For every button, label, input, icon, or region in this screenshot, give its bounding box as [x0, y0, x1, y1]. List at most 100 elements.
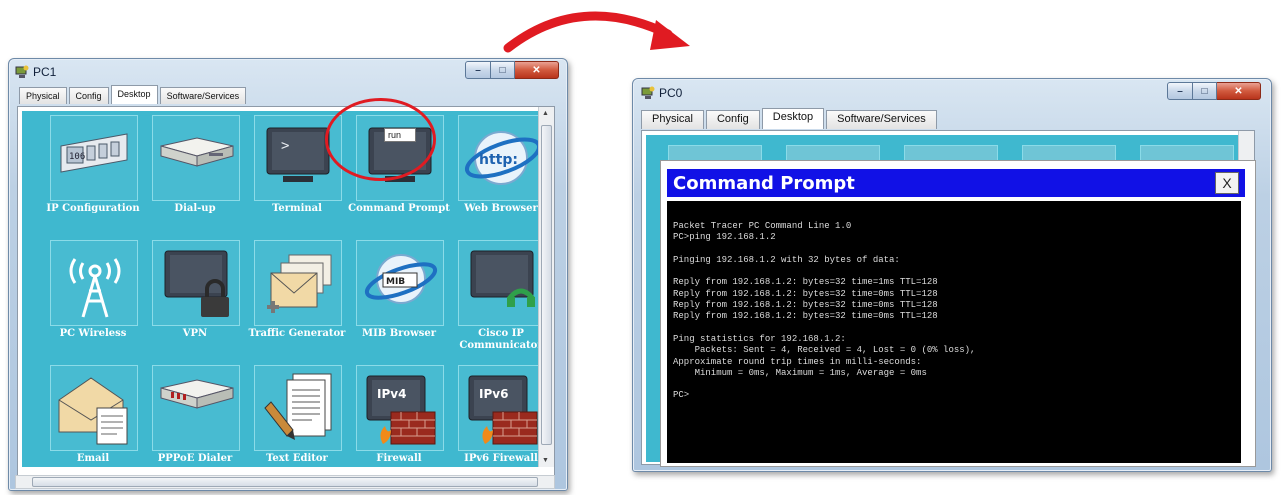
- terminal-output[interactable]: Packet Tracer PC Command Line 1.0 PC>ping…: [667, 201, 1241, 463]
- mib-browser-icon[interactable]: MIB: [356, 240, 444, 326]
- close-button[interactable]: ✕: [515, 61, 559, 79]
- pc1-desktop-panel: 106 IP Configuration Dial-up > Terminal …: [17, 106, 555, 476]
- terminal-line: Approximate round trip times in milli-se…: [673, 356, 922, 367]
- pc1-window: PC1 – □ ✕ Physical Config Desktop Softwa…: [8, 58, 568, 491]
- app-label: Email: [76, 453, 110, 464]
- terminal-line: Reply from 192.168.1.2: bytes=32 time=0m…: [673, 288, 938, 299]
- tab-software-services[interactable]: Software/Services: [826, 110, 937, 129]
- scroll-thumb[interactable]: [32, 477, 538, 487]
- minimize-button[interactable]: –: [1167, 82, 1193, 100]
- app-label: Command Prompt: [348, 203, 450, 214]
- email-icon[interactable]: [50, 365, 138, 451]
- run-tooltip: run: [384, 128, 416, 142]
- app-traffic-generator[interactable]: Traffic Generator: [242, 238, 345, 363]
- pc-app-icon: [15, 65, 29, 79]
- tab-config[interactable]: Config: [68, 87, 109, 104]
- app-text-editor[interactable]: Text Editor: [242, 363, 344, 467]
- app-label: Terminal: [272, 203, 322, 214]
- firewall-ipv4-icon[interactable]: IPv4: [356, 365, 444, 451]
- terminal-line: Minimum = 0ms, Maximum = 1ms, Average = …: [673, 367, 927, 378]
- app-pppoe-dialer[interactable]: PPPoE Dialer: [140, 363, 242, 467]
- app-label: Firewall: [376, 453, 422, 464]
- pc1-vertical-scrollbar[interactable]: ▲ ▼: [538, 107, 554, 467]
- pc-app-icon: [641, 86, 655, 100]
- maximize-icon: □: [499, 64, 506, 76]
- ip-phone-monitor-icon[interactable]: [458, 240, 538, 326]
- app-email[interactable]: Email: [38, 363, 140, 467]
- app-label: PC Wireless: [59, 328, 127, 339]
- app-cisco-ip-communicator[interactable]: Cisco IP Communicator: [446, 238, 538, 363]
- close-icon: ✕: [532, 64, 541, 76]
- app-label: VPN: [182, 328, 208, 339]
- app-dial-up[interactable]: Dial-up: [140, 113, 242, 238]
- app-vpn[interactable]: VPN: [140, 238, 242, 363]
- app-ipv6-firewall[interactable]: IPv6 IPv6 Firewall: [446, 363, 538, 467]
- app-label: IPv6 Firewall: [464, 453, 538, 464]
- terminal-line: Pinging 192.168.1.2 with 32 bytes of dat…: [673, 254, 900, 265]
- tab-desktop[interactable]: Desktop: [761, 108, 825, 129]
- pc0-title: PC0: [659, 86, 683, 100]
- app-mib-browser[interactable]: MIB MIB Browser: [344, 238, 446, 363]
- envelopes-icon[interactable]: [254, 240, 342, 326]
- app-label: MIB Browser: [362, 328, 436, 339]
- ip-config-icon-text: 106: [69, 152, 85, 162]
- command-prompt-title: Command Prompt: [673, 172, 855, 194]
- app-label: Cisco IP Communicator: [459, 328, 538, 351]
- svg-text:>: >: [281, 138, 289, 154]
- ipv4-icon-text: IPv4: [377, 387, 406, 401]
- close-icon: ✕: [1234, 85, 1243, 97]
- tab-physical[interactable]: Physical: [19, 87, 67, 104]
- web-browser-icon[interactable]: http:: [458, 115, 538, 201]
- terminal-line: Reply from 192.168.1.2: bytes=32 time=1m…: [673, 277, 938, 288]
- app-label: Dial-up: [174, 203, 216, 214]
- app-web-browser[interactable]: http: Web Browser: [446, 113, 538, 238]
- app-label: Text Editor: [266, 453, 328, 464]
- pc1-horizontal-scrollbar[interactable]: [15, 475, 555, 489]
- terminal-line: PC>: [673, 390, 690, 401]
- pc0-tab-bar: Physical Config Desktop Software/Service…: [641, 108, 939, 129]
- vpn-lock-icon[interactable]: [152, 240, 240, 326]
- command-prompt-window: Command Prompt X Packet Tracer PC Comman…: [660, 160, 1256, 467]
- app-firewall[interactable]: IPv4 Firewall: [344, 363, 446, 467]
- scroll-up-icon[interactable]: ▲: [542, 110, 549, 117]
- wireless-antenna-icon[interactable]: [50, 240, 138, 326]
- pppoe-modem-icon[interactable]: [152, 365, 240, 451]
- mib-icon-text: MIB: [386, 277, 405, 287]
- scroll-down-icon[interactable]: ▼: [542, 457, 549, 464]
- command-prompt-titlebar[interactable]: Command Prompt: [667, 169, 1245, 197]
- pc0-window-controls: – □ ✕: [1167, 82, 1261, 100]
- app-label: IP Configuration: [46, 203, 140, 214]
- ipv6-icon-text: IPv6: [479, 387, 508, 401]
- maximize-button[interactable]: □: [491, 61, 515, 79]
- pc1-title: PC1: [33, 65, 57, 79]
- app-ip-configuration[interactable]: 106 IP Configuration: [38, 113, 140, 238]
- terminal-line: Reply from 192.168.1.2: bytes=32 time=0m…: [673, 311, 938, 322]
- maximize-button[interactable]: □: [1193, 82, 1217, 100]
- tab-software-services[interactable]: Software/Services: [159, 87, 247, 104]
- tab-config[interactable]: Config: [705, 110, 760, 129]
- text-editor-icon[interactable]: [254, 365, 342, 451]
- scroll-thumb[interactable]: [541, 125, 552, 445]
- ip-config-icon[interactable]: 106: [50, 115, 138, 201]
- minimize-icon: –: [1177, 85, 1183, 97]
- app-label: PPPoE Dialer: [157, 453, 233, 464]
- app-grid: 106 IP Configuration Dial-up > Terminal …: [38, 113, 538, 467]
- terminal-line: Reply from 192.168.1.2: bytes=32 time=0m…: [673, 300, 938, 311]
- firewall-ipv6-icon[interactable]: IPv6: [458, 365, 538, 451]
- tab-physical[interactable]: Physical: [641, 110, 704, 129]
- close-button[interactable]: ✕: [1217, 82, 1261, 100]
- modem-icon[interactable]: [152, 115, 240, 201]
- pc1-desktop-area: 106 IP Configuration Dial-up > Terminal …: [22, 111, 538, 467]
- tab-desktop[interactable]: Desktop: [110, 85, 158, 104]
- terminal-line: Packets: Sent = 4, Received = 4, Lost = …: [673, 345, 976, 356]
- minimize-button[interactable]: –: [465, 61, 491, 79]
- close-button[interactable]: X: [1215, 172, 1239, 194]
- app-pc-wireless[interactable]: PC Wireless: [38, 238, 140, 363]
- pc1-tab-bar: Physical Config Desktop Software/Service…: [19, 85, 248, 104]
- minimize-icon: –: [475, 64, 481, 76]
- maximize-icon: □: [1201, 85, 1208, 97]
- browser-icon-text: http:: [479, 152, 518, 168]
